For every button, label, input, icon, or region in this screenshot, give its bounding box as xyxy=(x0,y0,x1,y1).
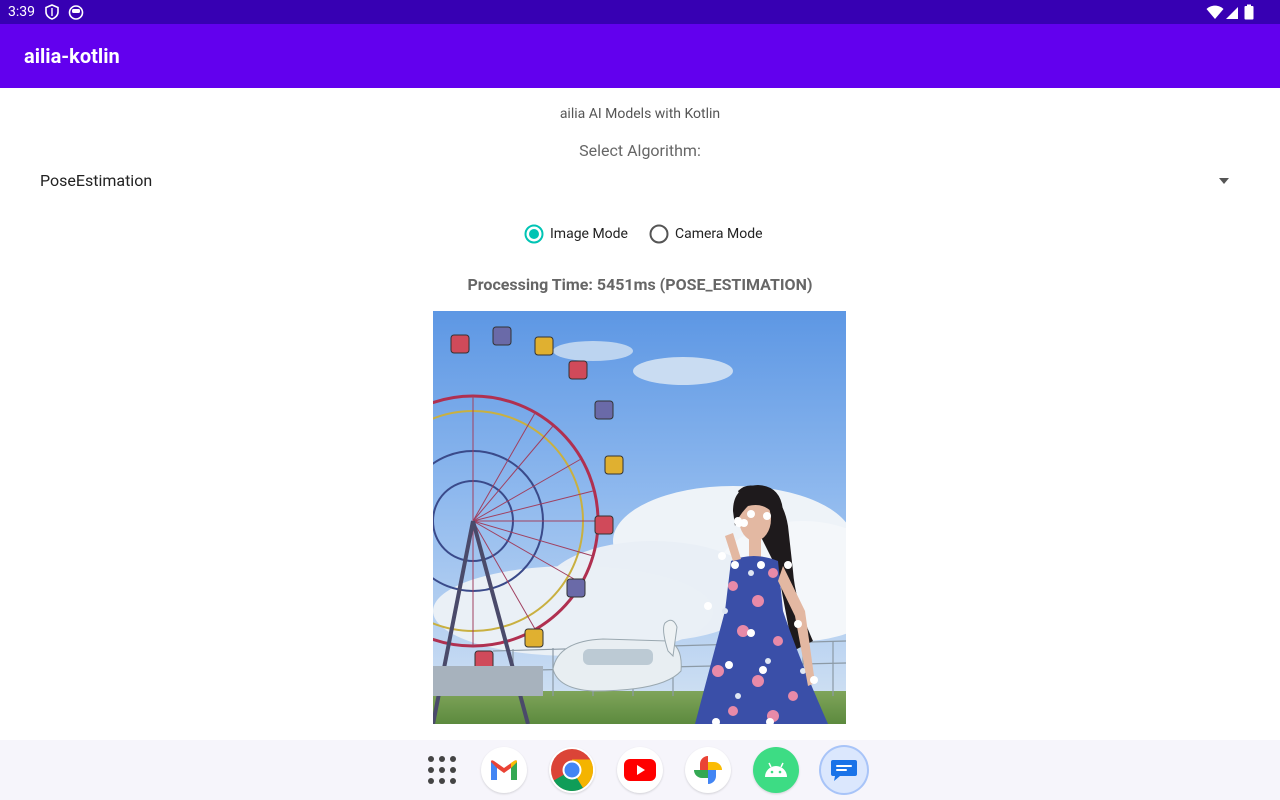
app-drawer-icon[interactable] xyxy=(426,754,458,786)
gmail-icon[interactable] xyxy=(481,747,527,793)
processing-time-text: Processing Time: 5451ms (POSE_ESTIMATION… xyxy=(467,275,813,294)
app-subtitle: ailia AI Models with Kotlin xyxy=(559,106,721,122)
mode-radio-group: Image Mode Camera Mode xyxy=(0,222,1280,246)
result-image xyxy=(433,311,846,724)
photos-icon[interactable] xyxy=(685,747,731,793)
app-title: ailia-kotlin xyxy=(24,44,120,68)
camera-mode-radio[interactable]: Camera Mode xyxy=(649,222,763,246)
taskbar xyxy=(0,740,1280,800)
wifi-icon xyxy=(1206,5,1224,19)
status-time: 3:39 xyxy=(8,4,35,20)
youtube-icon[interactable] xyxy=(617,747,663,793)
app-notification-icon xyxy=(68,5,84,20)
messages-icon[interactable] xyxy=(821,747,867,793)
cellular-signal-icon xyxy=(1226,7,1238,19)
dropdown-arrow-icon xyxy=(1219,178,1229,184)
status-bar: 3:39 xyxy=(0,0,1280,24)
app-bar: ailia-kotlin xyxy=(0,24,1280,88)
radio-checked-icon xyxy=(524,224,544,244)
radio-unchecked-icon xyxy=(649,224,669,244)
camera-mode-label: Camera Mode xyxy=(675,226,763,242)
image-mode-radio[interactable]: Image Mode xyxy=(524,222,628,246)
android-icon[interactable] xyxy=(753,747,799,793)
vpn-shield-icon xyxy=(45,4,59,20)
select-algorithm-label: Select Algorithm: xyxy=(579,141,701,160)
battery-icon xyxy=(1244,4,1254,20)
chrome-icon[interactable] xyxy=(549,747,595,793)
image-mode-label: Image Mode xyxy=(550,226,628,242)
algorithm-dropdown[interactable]: PoseEstimation xyxy=(24,164,1256,198)
algorithm-selected-value: PoseEstimation xyxy=(40,171,153,190)
